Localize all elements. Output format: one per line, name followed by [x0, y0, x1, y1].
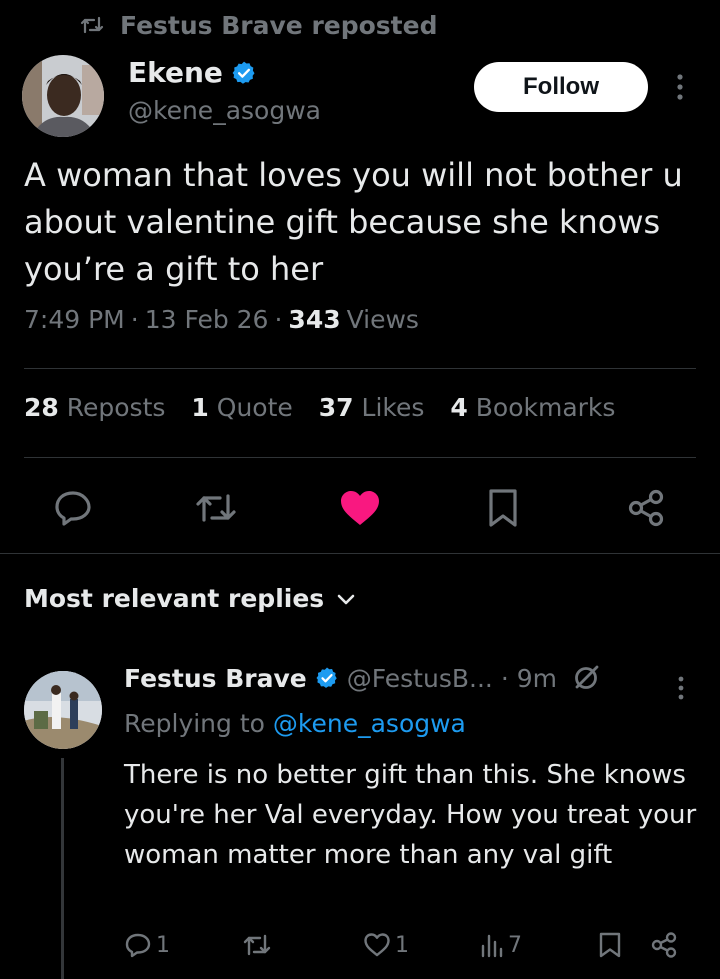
divider [24, 368, 696, 369]
author-name[interactable]: Ekene [128, 56, 257, 89]
views-count: 343 [288, 305, 341, 334]
verified-badge-icon [231, 60, 257, 86]
replying-to: Replying to @kene_asogwa [124, 709, 466, 738]
analytics-icon [480, 932, 504, 958]
repost-indicator[interactable]: Festus Brave reposted [80, 8, 437, 42]
view-count: 7 [508, 932, 522, 958]
author-handle[interactable]: @kene_asogwa [128, 96, 321, 125]
follow-button[interactable]: Follow [474, 62, 648, 112]
replies-sort-label: Most relevant replies [24, 584, 325, 613]
share-icon [650, 931, 678, 959]
more-options-icon[interactable] [665, 70, 695, 104]
divider [0, 553, 720, 554]
reply-author-handle[interactable]: @FestusB... [347, 664, 493, 693]
share-icon[interactable] [616, 478, 676, 538]
reply-text: There is no better gift than this. She k… [124, 760, 697, 870]
verified-badge-icon [315, 666, 339, 690]
replying-to-handle[interactable]: @kene_asogwa [273, 709, 466, 738]
reply-more-options-icon[interactable] [668, 673, 694, 703]
stat-quotes[interactable]: 1 Quote [191, 393, 292, 422]
tweet-date[interactable]: 13 Feb 26 [145, 305, 269, 334]
repost-text: Festus Brave reposted [120, 10, 438, 40]
author-avatar[interactable] [22, 55, 104, 137]
reply-repost-button[interactable] [242, 925, 272, 965]
replying-to-label: Replying to [124, 709, 265, 738]
reply-icon[interactable] [43, 478, 103, 538]
reply-icon [124, 932, 152, 958]
tweet-text: A woman that loves you will not bother u… [24, 156, 683, 288]
tweet-action-bar [0, 478, 720, 538]
reply-time[interactable]: · 9m [501, 664, 557, 693]
reply-action-bar: 1 1 7 [120, 925, 720, 965]
views-label: Views [346, 305, 419, 334]
engagement-stats: 28 Reposts 1 Quote 37 Likes 4 Bookmarks [24, 393, 615, 422]
repost-icon[interactable] [186, 478, 246, 538]
like-count: 1 [395, 932, 409, 958]
repost-icon [242, 932, 272, 958]
chevron-down-icon [336, 592, 356, 606]
stat-likes[interactable]: 37 Likes [319, 393, 425, 422]
reply-views-button[interactable]: 7 [480, 925, 522, 965]
author-name-text: Ekene [128, 56, 223, 89]
repost-icon [80, 15, 104, 35]
stat-reposts[interactable]: 28 Reposts [24, 393, 165, 422]
bookmark-icon[interactable] [473, 478, 533, 538]
reply-author-name[interactable]: Festus Brave [124, 664, 307, 693]
tweet-meta: 7:49 PM · 13 Feb 26 · 343 Views [24, 305, 419, 334]
meta-separator: · [130, 305, 139, 334]
reply-count: 1 [156, 932, 170, 958]
reply-like-button[interactable]: 1 [363, 925, 409, 965]
thread-connector-line [61, 758, 64, 979]
divider [24, 457, 696, 458]
grok-icon[interactable] [571, 663, 601, 693]
reply-author-avatar[interactable] [24, 671, 102, 749]
reply-share-button[interactable] [650, 925, 678, 965]
reply-header: Festus Brave @FestusB... · 9m [124, 663, 601, 693]
like-icon [363, 932, 391, 958]
meta-separator: · [274, 305, 283, 334]
like-icon[interactable] [330, 478, 390, 538]
tweet-time[interactable]: 7:49 PM [24, 305, 125, 334]
stat-bookmarks[interactable]: 4 Bookmarks [450, 393, 615, 422]
reply-reply-button[interactable]: 1 [124, 925, 170, 965]
reply-bookmark-button[interactable] [598, 925, 622, 965]
replies-sort-dropdown[interactable]: Most relevant replies [24, 584, 356, 613]
bookmark-icon [598, 931, 622, 959]
